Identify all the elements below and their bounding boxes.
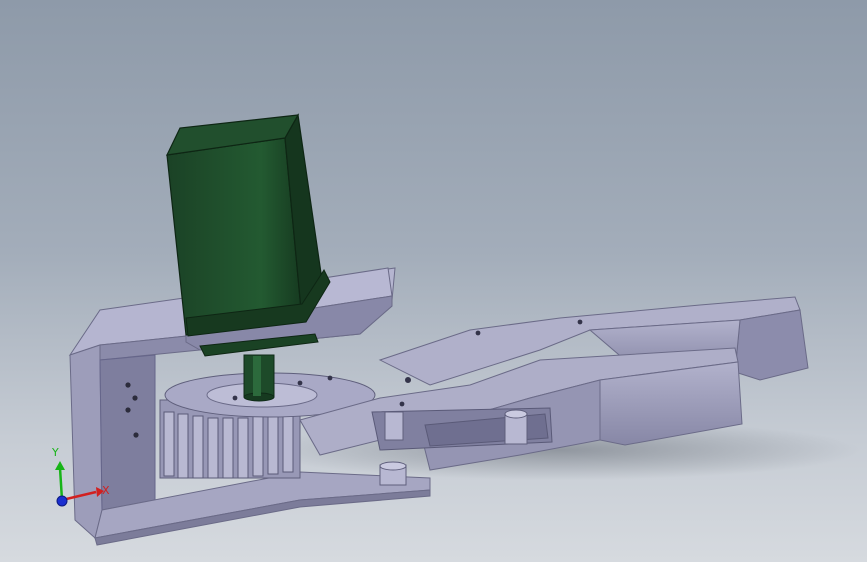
link-screw-hole (405, 377, 411, 383)
graphics-viewport[interactable]: X Y (0, 0, 867, 562)
triad-z-axis (56, 495, 68, 507)
mount-hole (125, 407, 131, 413)
pivot-pin-cap (504, 409, 528, 419)
pivot-pin (384, 411, 404, 441)
mount-hole (133, 432, 139, 438)
triad-y-label: Y (51, 446, 59, 459)
pivot-pin-cap (379, 461, 407, 471)
mount-hole (132, 395, 138, 401)
cad-model-scene[interactable]: X Y (0, 0, 867, 562)
gear-teeth (163, 411, 294, 479)
upper-jaw-side (734, 309, 809, 381)
triad-x-label: X (102, 484, 110, 497)
stepper-motor[interactable] (165, 113, 331, 357)
triad-y-arrow (55, 461, 65, 470)
gear-hole (232, 395, 238, 401)
link-screw-hole (399, 401, 405, 407)
jaw-screw-hole (475, 330, 481, 336)
jaw-screw-hole (577, 319, 583, 325)
mount-hole (125, 382, 131, 388)
triad-y-axis (58, 467, 64, 501)
gear-hole (297, 380, 303, 386)
motor-shaft[interactable] (243, 354, 275, 402)
gear-hole (327, 375, 333, 381)
bracket-side-wall (69, 344, 103, 539)
motor-front-face (166, 137, 303, 336)
